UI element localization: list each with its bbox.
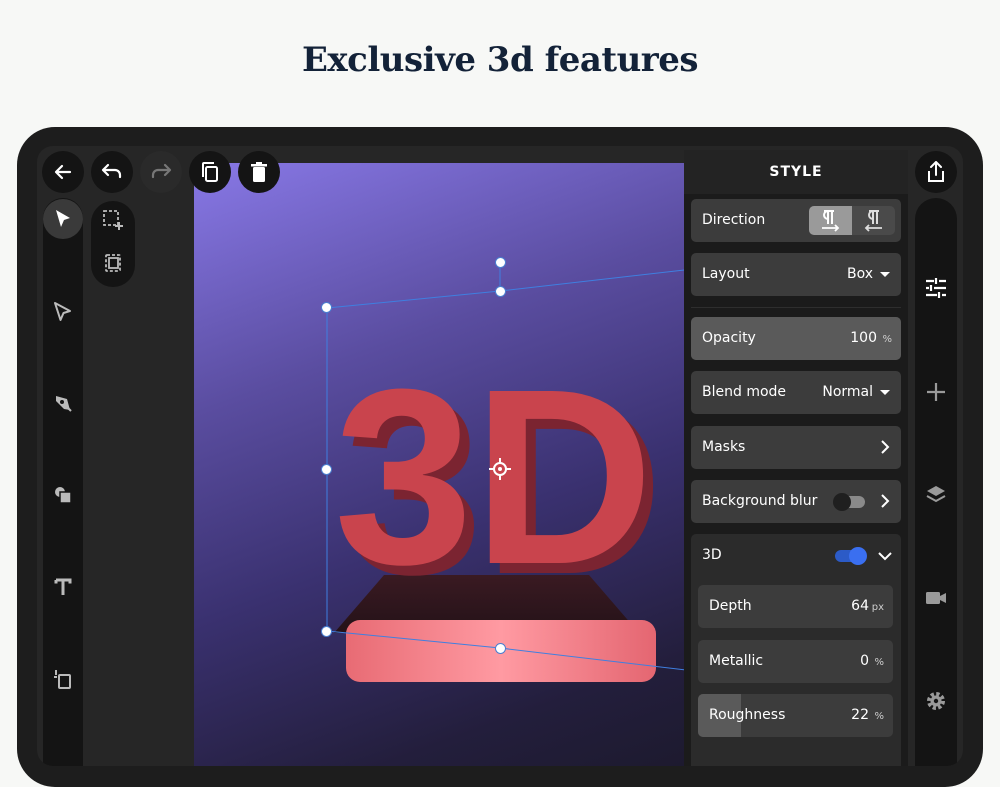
metallic-slider[interactable]: Metallic 0 % <box>698 640 893 683</box>
masks-label: Masks <box>702 439 746 455</box>
share-icon <box>928 161 944 182</box>
layout-dropdown[interactable]: Layout Box <box>691 253 901 296</box>
depth-field[interactable]: Depth 64 px <box>698 585 893 628</box>
text-tool-icon[interactable] <box>51 575 75 599</box>
roughness-value: 22 <box>851 707 869 723</box>
settings-gear-icon[interactable] <box>923 688 949 714</box>
direct-select-icon[interactable] <box>51 300 75 324</box>
opacity-label: Opacity <box>702 330 756 346</box>
3d-toggle[interactable] <box>835 547 867 565</box>
style-panel: STYLE Direction Layout Box Opacity 100 % <box>684 150 908 766</box>
layers-icon[interactable] <box>923 482 949 508</box>
add-selection-icon[interactable] <box>101 208 125 232</box>
cursor-arrow-icon <box>56 210 70 227</box>
layout-value: Box <box>846 266 873 282</box>
panel-title: STYLE <box>684 150 908 194</box>
chevron-down-icon[interactable] <box>877 548 893 564</box>
resize-handle-bottom[interactable] <box>495 643 506 654</box>
background-blur-label: Background blur <box>702 493 818 509</box>
add-icon[interactable] <box>923 379 949 405</box>
metallic-label: Metallic <box>709 653 764 669</box>
background-blur-row[interactable]: Background blur <box>691 480 901 523</box>
depth-value: 64 <box>851 598 869 614</box>
chevron-right-icon <box>881 440 890 454</box>
app-screen: 3D 3D STYLE Direction Layout Box Opacity… <box>37 146 963 766</box>
divider <box>691 307 901 308</box>
redo-button[interactable] <box>140 151 182 193</box>
layer-selection-icon[interactable] <box>101 252 125 276</box>
roughness-label: Roughness <box>709 707 786 723</box>
opacity-unit: % <box>882 334 892 345</box>
paragraph-rtl-icon <box>864 210 882 232</box>
delete-button[interactable] <box>238 151 280 193</box>
3d-label: 3D <box>702 547 722 563</box>
direction-label: Direction <box>702 212 766 228</box>
pivot-crosshair-icon[interactable] <box>489 458 511 480</box>
back-button[interactable] <box>42 151 84 193</box>
direction-row: Direction <box>691 199 901 242</box>
duplicate-button[interactable] <box>189 151 231 193</box>
artboard-tool-icon[interactable] <box>51 667 75 691</box>
select-tool-button[interactable] <box>43 199 83 239</box>
layout-label: Layout <box>702 266 750 282</box>
depth-unit: px <box>871 602 884 613</box>
blend-mode-label: Blend mode <box>702 384 787 400</box>
shapes-tool-icon[interactable] <box>51 483 75 507</box>
paragraph-ltr-icon <box>822 210 840 232</box>
caret-down-icon <box>880 272 890 277</box>
trash-icon <box>251 162 267 182</box>
share-button[interactable] <box>915 151 957 193</box>
opacity-slider[interactable]: Opacity 100 % <box>691 317 901 360</box>
chevron-right-icon <box>881 494 890 508</box>
roughness-unit: % <box>874 711 884 722</box>
metallic-value: 0 <box>860 653 869 669</box>
roughness-slider[interactable]: Roughness 22 % <box>698 694 893 737</box>
resize-handle-top-left[interactable] <box>321 302 332 313</box>
undo-button[interactable] <box>91 151 133 193</box>
metallic-unit: % <box>874 657 884 668</box>
blend-mode-value: Normal <box>822 384 873 400</box>
rotate-handle[interactable] <box>495 257 506 268</box>
headline: Exclusive 3d features <box>302 40 698 80</box>
resize-handle-left[interactable] <box>321 464 332 475</box>
arrow-left-icon <box>54 164 72 180</box>
copy-icon <box>202 162 218 182</box>
masks-row[interactable]: Masks <box>691 426 901 469</box>
pen-tool-icon[interactable] <box>51 391 75 415</box>
resize-handle-bottom-left[interactable] <box>321 626 332 637</box>
3d-settings-group: 3D Depth 64 px Metallic 0 % Roughness 22… <box>691 534 901 766</box>
caret-down-icon <box>880 390 890 395</box>
blend-mode-dropdown[interactable]: Blend mode Normal <box>691 371 901 414</box>
adjustments-icon[interactable] <box>923 275 949 301</box>
direction-rtl-option[interactable] <box>852 206 895 235</box>
depth-label: Depth <box>709 598 752 614</box>
resize-handle-top[interactable] <box>495 286 506 297</box>
opacity-value: 100 <box>850 330 877 346</box>
direction-segmented-control <box>809 206 895 235</box>
redo-icon <box>151 163 172 179</box>
video-camera-icon[interactable] <box>923 585 949 611</box>
undo-icon <box>101 163 122 179</box>
background-blur-toggle[interactable] <box>833 493 865 511</box>
direction-ltr-option[interactable] <box>809 206 852 235</box>
